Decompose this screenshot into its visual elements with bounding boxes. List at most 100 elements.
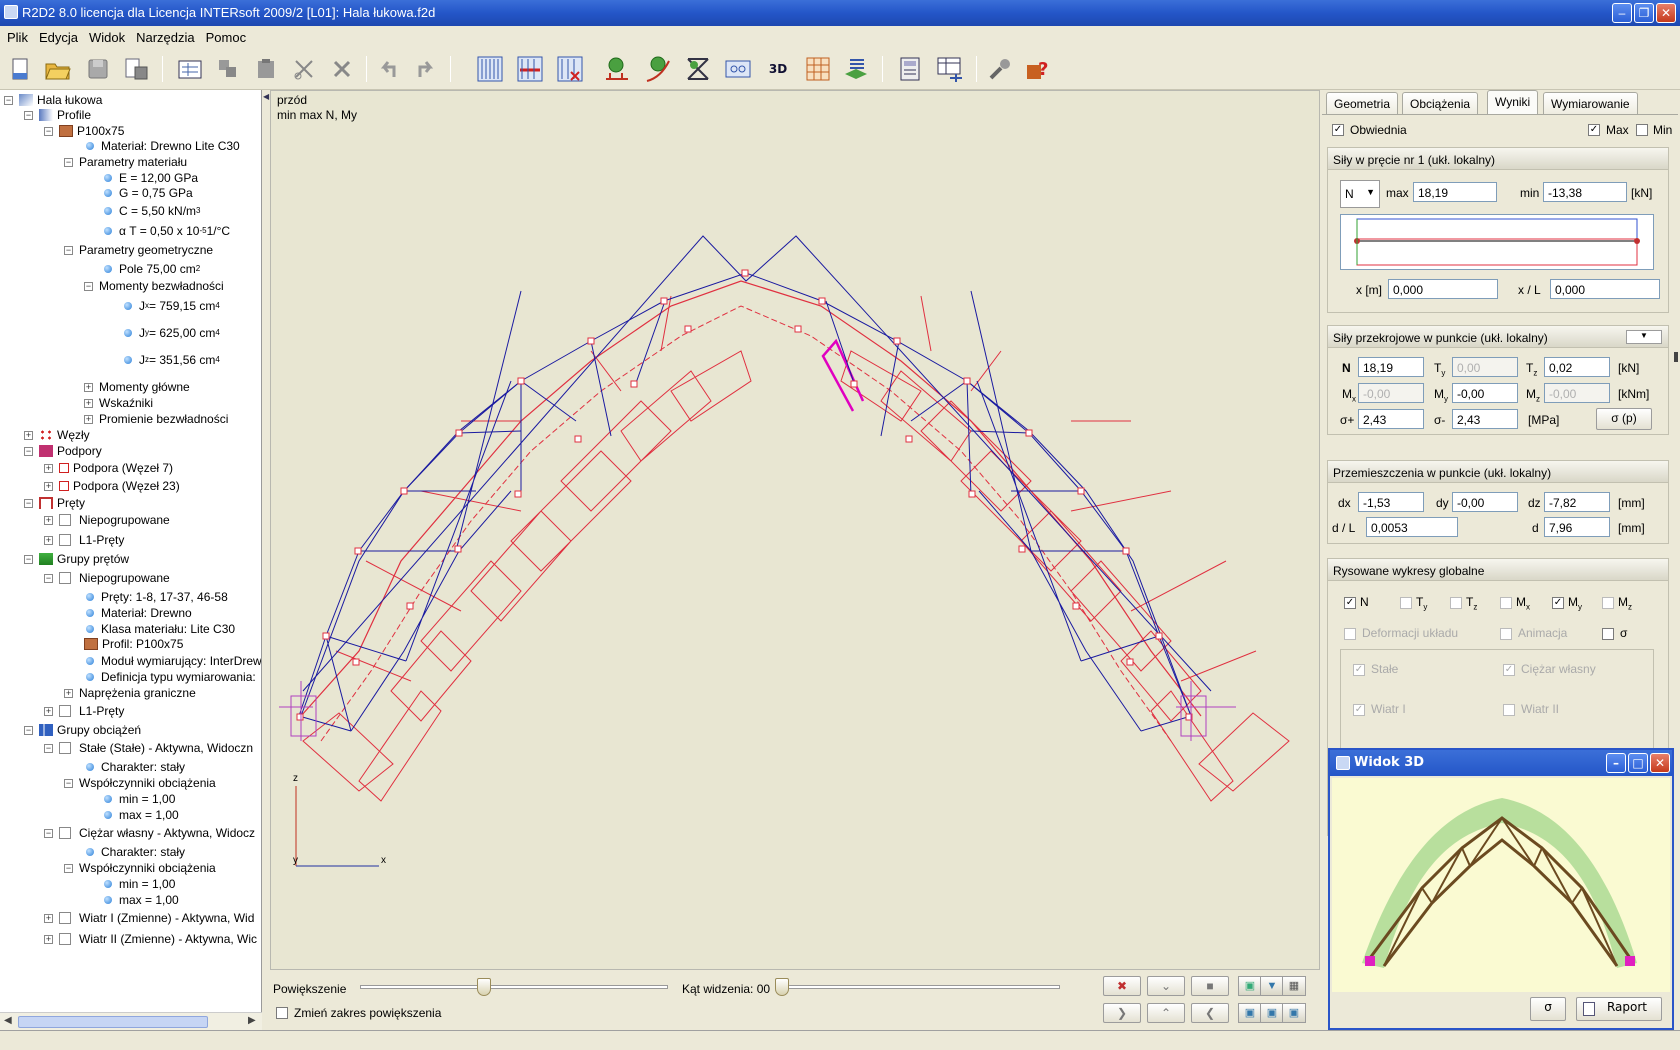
tree-node-l1-bars1[interactable]: + L1-Pręty (44, 532, 124, 548)
tree-node-bars[interactable]: − Pręty (24, 495, 85, 511)
tab-wymiarowanie[interactable]: Wymiarowanie (1543, 92, 1638, 114)
tree-leaf-e[interactable]: E = 12,00 GPa (104, 170, 198, 186)
calculate-diagram-icon[interactable] (644, 55, 672, 83)
minimize-button[interactable]: – (1612, 3, 1632, 23)
collapse-left-icon[interactable]: ◀ (263, 92, 269, 101)
tree-leaf-char2[interactable]: Charakter: stały (86, 844, 185, 860)
tree-leaf-max2[interactable]: max = 1,00 (104, 892, 179, 908)
group-checkbox[interactable] (59, 705, 71, 717)
diagram-delete-icon[interactable] (556, 55, 584, 83)
menu-widok[interactable]: Widok (84, 26, 131, 48)
truss-drawing[interactable] (271, 91, 1319, 969)
group-checkbox[interactable] (59, 514, 71, 526)
sigma-minus-field[interactable]: 2,43 (1452, 409, 1518, 429)
view-3d-sigma-button[interactable]: σ (1530, 997, 1566, 1021)
pan-view-icon[interactable]: ▣ (1260, 1003, 1284, 1023)
tree-node-mat-params[interactable]: − Parametry materiału (64, 154, 187, 170)
global-tz-checkbox[interactable] (1450, 597, 1462, 609)
truss-check-icon[interactable] (684, 55, 712, 83)
settings-wrench-icon[interactable] (986, 55, 1014, 83)
save-as-icon[interactable] (122, 55, 150, 83)
menu-pomoc[interactable]: Pomoc (201, 26, 252, 48)
sigma-plus-field[interactable]: 2,43 (1358, 409, 1424, 429)
structure-view[interactable]: przód min max N, My z y x (270, 90, 1320, 970)
help-icon[interactable]: ? (1024, 55, 1052, 83)
diagram-red-icon[interactable] (516, 55, 544, 83)
change-range-checkbox[interactable] (276, 1007, 288, 1019)
envelope-checkbox[interactable]: ✓ (1332, 124, 1344, 136)
paste-icon[interactable] (252, 55, 280, 83)
min-value-field[interactable]: -13,38 (1543, 182, 1627, 202)
tree-node-supports[interactable]: − Podpory (24, 443, 102, 459)
load-checkbox[interactable] (59, 933, 71, 945)
tree-node-profiles[interactable]: − Profile (24, 107, 91, 123)
menu-plik[interactable]: Plik (2, 26, 34, 48)
tree-leaf-mat-class[interactable]: Klasa materiału: Lite C30 (86, 621, 235, 637)
tree-node-load2[interactable]: − Ciężar własny - Aktywna, Widocz (44, 825, 255, 841)
tree-node-bar-groups[interactable]: − Grupy prętów (24, 551, 129, 567)
global-n-checkbox[interactable]: ✓ (1344, 597, 1356, 609)
angle-slider-thumb[interactable] (775, 978, 789, 996)
save-icon[interactable] (84, 55, 112, 83)
report-button[interactable]: Raport (1576, 997, 1662, 1021)
global-mz-checkbox[interactable] (1602, 597, 1614, 609)
tree-node-geo-params[interactable]: − Parametry geometryczne (64, 242, 213, 258)
global-my-checkbox[interactable]: ✓ (1552, 597, 1564, 609)
tree-leaf-pole[interactable]: Pole 75,00 cm 2 (104, 261, 200, 277)
zoom-slider-thumb[interactable] (477, 978, 491, 996)
dx-field[interactable]: -1,53 (1358, 492, 1424, 512)
view-window-icon[interactable] (724, 55, 752, 83)
tree-leaf-material2[interactable]: Materiał: Drewno (86, 605, 192, 621)
min-checkbox[interactable] (1636, 124, 1648, 136)
view-left-button[interactable]: ❮ (1191, 1003, 1229, 1023)
view-3d-window[interactable]: Widok 3D – □ ✕ σ Raport (1328, 748, 1674, 1030)
cut-icon[interactable] (290, 55, 318, 83)
tree-node-indicators[interactable]: + Wskaźniki (84, 395, 153, 411)
tree-node-profile[interactable]: − P100x75 (44, 123, 124, 139)
tree-node-support2[interactable]: + Podpora (Węzeł 23) (44, 478, 180, 494)
tree-node-ungrouped1[interactable]: + Niepogrupowane (44, 512, 170, 528)
tree-leaf-char1[interactable]: Charakter: stały (86, 759, 185, 775)
redo-icon[interactable] (412, 55, 440, 83)
view-down-button[interactable]: ⌄ (1147, 976, 1185, 996)
tree-leaf-def-type[interactable]: Definicja typu wymiarowania: (86, 669, 256, 685)
tree-node-stress-limits[interactable]: + Naprężenia graniczne (64, 685, 196, 701)
view-3d-minimize-button[interactable]: – (1606, 753, 1626, 773)
angle-slider[interactable] (775, 985, 1060, 989)
tree-leaf-jz[interactable]: Jz = 351,56 cm 4 (124, 352, 220, 368)
open-folder-icon[interactable] (44, 55, 72, 83)
copy-icon[interactable] (214, 55, 242, 83)
dz-field[interactable]: -7,82 (1544, 492, 1610, 512)
view-right-button[interactable]: ❯ (1103, 1003, 1141, 1023)
tree-node-moments[interactable]: − Momenty bezwładności (84, 278, 224, 294)
tree-leaf-jx[interactable]: Jx = 759,15 cm 4 (124, 298, 220, 314)
view-3d-titlebar[interactable]: Widok 3D – □ ✕ (1330, 750, 1672, 776)
tree-leaf-material[interactable]: Materiał: Drewno Lite C30 (86, 138, 240, 154)
tree-node-root[interactable]: − Hala łukowa (4, 92, 102, 108)
load-checkbox[interactable] (59, 912, 71, 924)
tab-wyniki[interactable]: Wyniki (1487, 90, 1539, 115)
x-field[interactable]: 0,000 (1388, 279, 1498, 299)
tree-node-nodes[interactable]: + Węzły (24, 427, 90, 443)
delete-icon[interactable] (328, 55, 356, 83)
scroll-right-icon[interactable]: ▶ (248, 1015, 256, 1026)
calculator-icon[interactable] (896, 55, 924, 83)
view-3d-maximize-button[interactable]: □ (1628, 753, 1648, 773)
reset-view-button[interactable]: ✖ (1103, 976, 1141, 996)
tab-obciazenia[interactable]: Obciążenia (1402, 92, 1479, 114)
tree-leaf-min2[interactable]: min = 1,00 (104, 876, 175, 892)
global-mx-checkbox[interactable] (1500, 597, 1512, 609)
tree-leaf-bars-list[interactable]: Pręty: 1-8, 17-37, 46-58 (86, 589, 228, 605)
calculate-gear-icon[interactable] (604, 55, 632, 83)
restore-button[interactable]: ❐ (1634, 3, 1654, 23)
group-checkbox[interactable] (59, 572, 71, 584)
close-button[interactable]: ✕ (1656, 3, 1676, 23)
zoom-slider[interactable] (360, 985, 668, 989)
grid-columns-icon[interactable] (476, 55, 504, 83)
tree-node-load1[interactable]: − Stałe (Stałe) - Aktywna, Widoczn (44, 740, 253, 756)
tree-node-coef2[interactable]: − Współczynniki obciążenia (64, 860, 216, 876)
tree-node-main-moments[interactable]: + Momenty główne (84, 379, 190, 395)
my-field[interactable]: -0,00 (1452, 383, 1518, 403)
tree-leaf-profile2[interactable]: Profil: P100x75 (84, 636, 183, 652)
tree-node-ungrouped2[interactable]: − Niepogrupowane (44, 570, 170, 586)
